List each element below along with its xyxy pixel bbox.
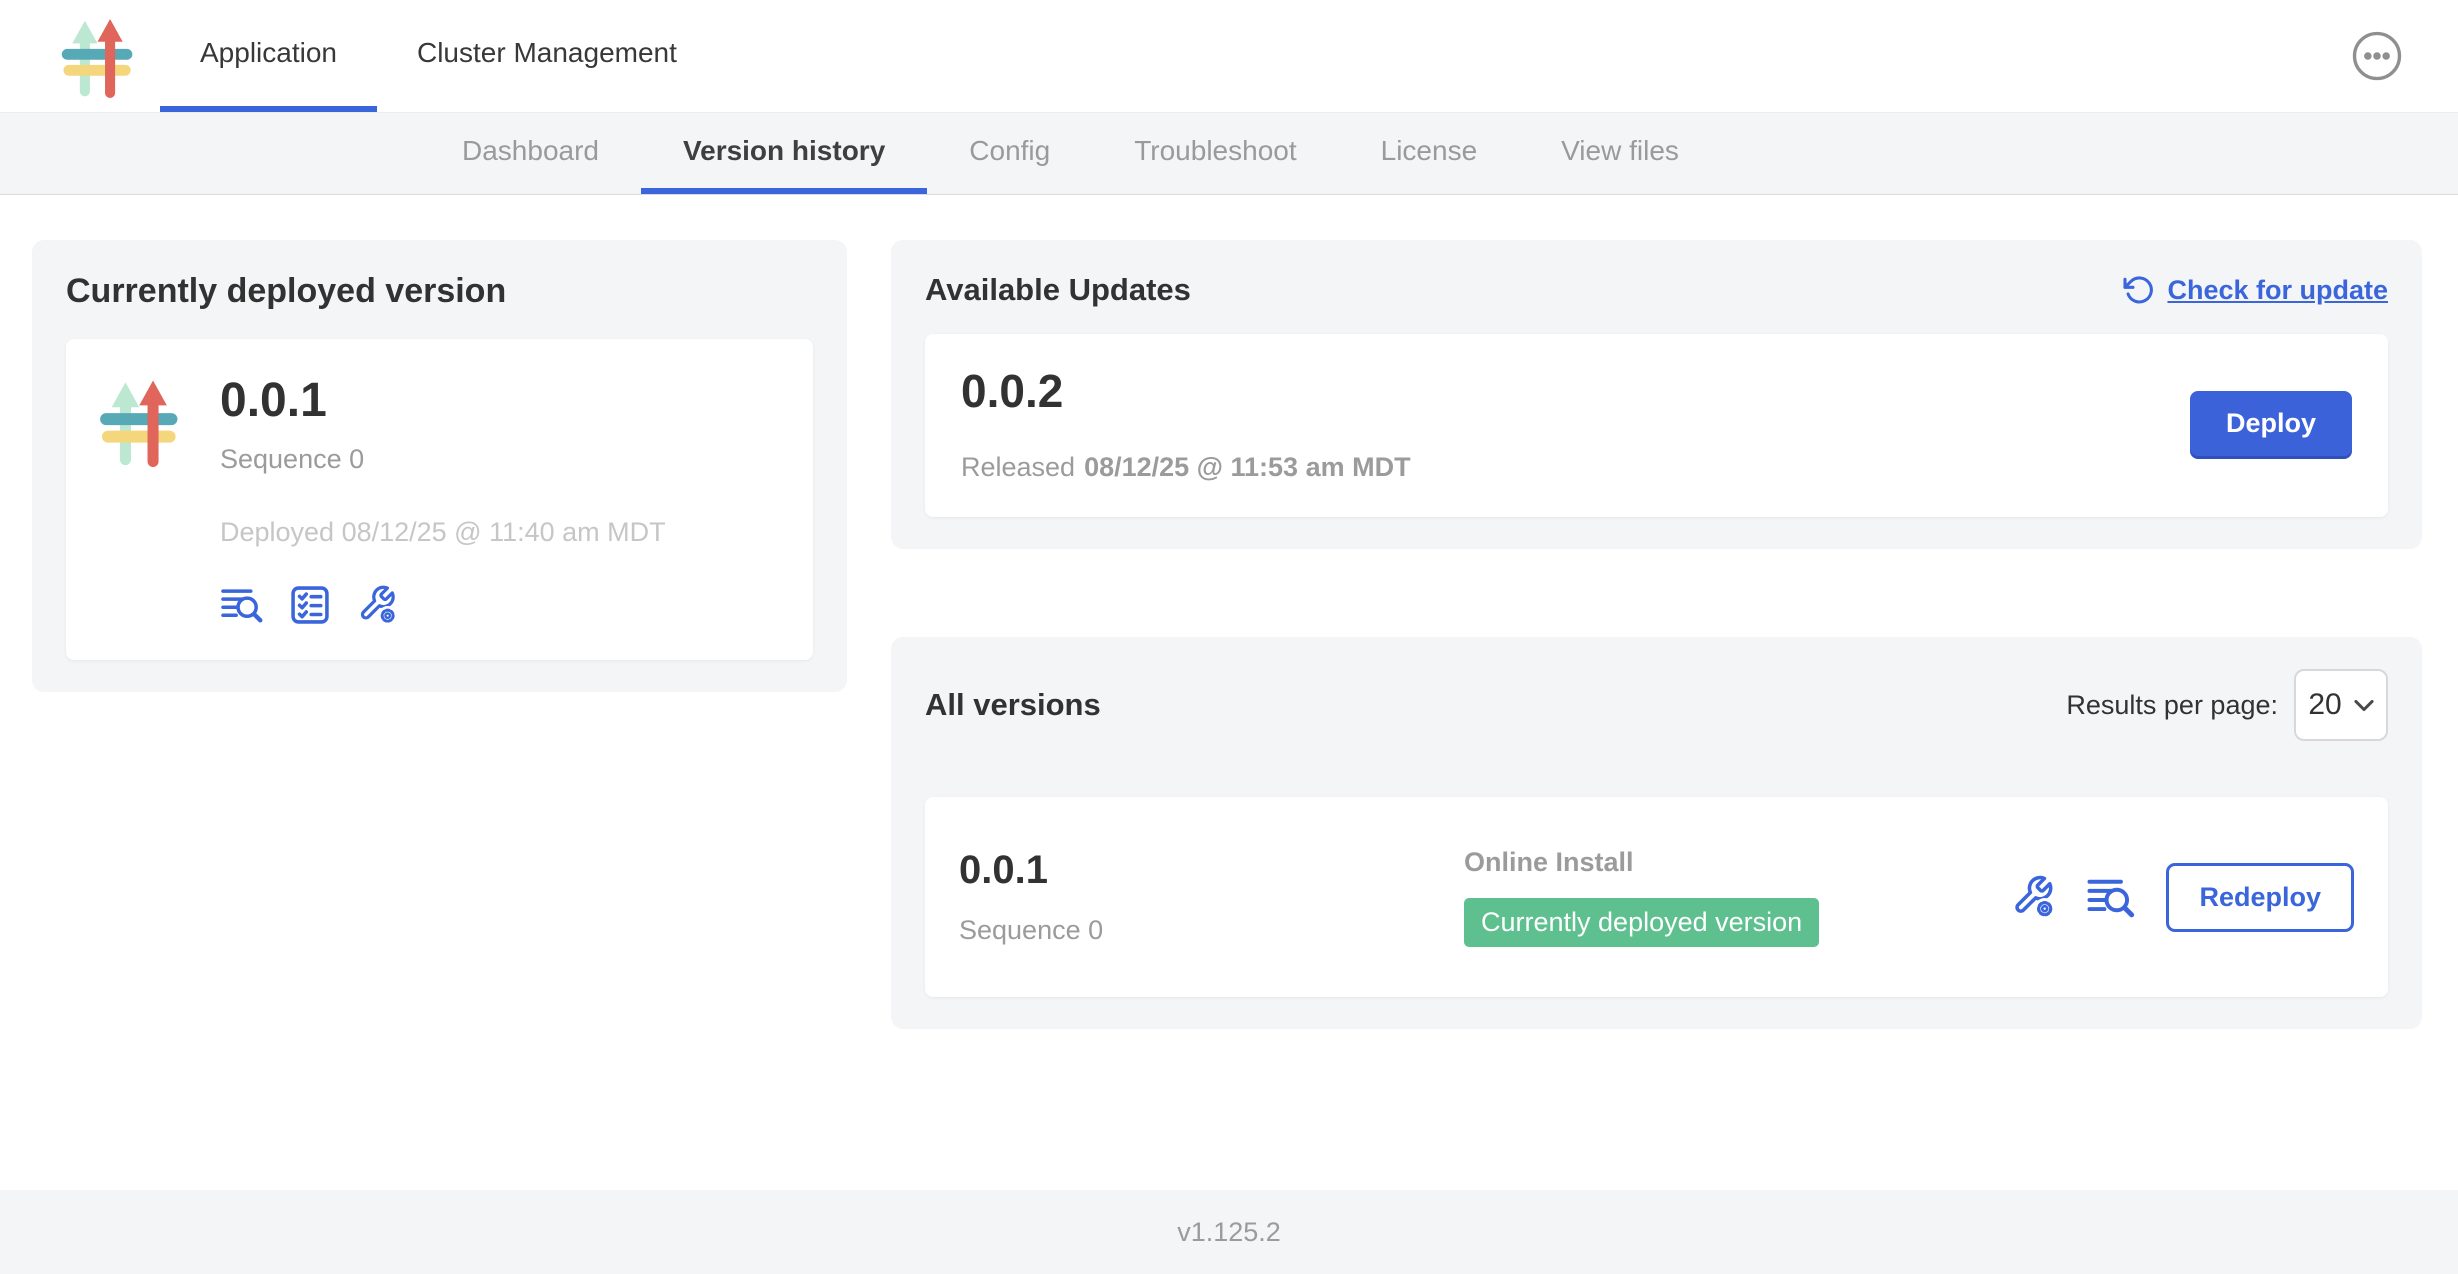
subnav-item-troubleshoot[interactable]: Troubleshoot [1092, 113, 1338, 194]
console-version-label: v1.125.2 [1177, 1217, 1281, 1248]
version-row-sequence: Sequence 0 [959, 915, 1464, 946]
available-update-info: 0.0.2 Released 08/12/25 @ 11:53 am MDT [961, 364, 1411, 483]
tab-application-label: Application [200, 37, 337, 69]
main-content: Currently deployed version 0.0.1 Sequenc… [0, 195, 2458, 1190]
view-logs-button[interactable] [2086, 876, 2136, 919]
right-column: Available Updates Check for update 0.0.2… [891, 240, 2422, 1029]
subnav-troubleshoot-label: Troubleshoot [1134, 135, 1296, 167]
released-timestamp: 08/12/25 @ 11:53 am MDT [1084, 452, 1411, 482]
available-updates-header: Available Updates Check for update [925, 272, 2388, 308]
overflow-menu-button[interactable] [2352, 31, 2402, 81]
version-row-actions: Redeploy [2010, 863, 2354, 932]
tab-cluster-management[interactable]: Cluster Management [377, 0, 717, 112]
checklist-icon [290, 585, 330, 625]
chevron-down-icon [2354, 699, 2374, 712]
version-row-info: 0.0.1 Sequence 0 [959, 848, 1464, 946]
results-per-page-label: Results per page: [2066, 690, 2278, 721]
version-row-number: 0.0.1 [959, 848, 1464, 893]
deployed-sequence: Sequence 0 [220, 444, 666, 475]
currently-deployed-card: Currently deployed version 0.0.1 Sequenc… [32, 240, 847, 692]
tab-cluster-management-label: Cluster Management [417, 37, 677, 69]
subnav-item-dashboard[interactable]: Dashboard [420, 113, 641, 194]
update-released-line: Released 08/12/25 @ 11:53 am MDT [961, 452, 1411, 483]
subnav-config-label: Config [969, 135, 1050, 167]
all-versions-title: All versions [925, 687, 1101, 723]
redeploy-button[interactable]: Redeploy [2166, 863, 2354, 932]
app-logo [58, 0, 142, 112]
refresh-ccw-icon [2123, 274, 2155, 306]
edit-config-button[interactable] [2010, 874, 2056, 920]
subnav-dashboard-label: Dashboard [462, 135, 599, 167]
ellipsis-icon [2352, 31, 2402, 81]
currently-deployed-title: Currently deployed version [66, 272, 813, 311]
subnav-item-version-history[interactable]: Version history [641, 113, 927, 194]
view-logs-button[interactable] [220, 586, 264, 624]
available-update-tile: 0.0.2 Released 08/12/25 @ 11:53 am MDT De… [925, 334, 2388, 517]
top-nav: Application Cluster Management [0, 0, 2458, 113]
log-lines-magnifier-icon [2086, 876, 2136, 919]
update-version-number: 0.0.2 [961, 364, 1411, 418]
log-lines-magnifier-icon [220, 586, 264, 624]
subnav-item-license[interactable]: License [1339, 113, 1520, 194]
subnav-version-history-label: Version history [683, 135, 885, 167]
subnav-item-view-files[interactable]: View files [1519, 113, 1721, 194]
results-per-page: Results per page: 20 [2066, 669, 2388, 741]
check-for-update-link[interactable]: Check for update [2123, 274, 2388, 306]
edit-config-button[interactable] [356, 584, 398, 626]
deploy-button[interactable]: Deploy [2190, 391, 2352, 456]
top-nav-spacer [717, 0, 2352, 112]
deployed-version-number: 0.0.1 [220, 373, 666, 428]
version-row: 0.0.1 Sequence 0 Online Install Currentl… [925, 797, 2388, 997]
tab-application[interactable]: Application [160, 0, 377, 112]
results-per-page-value: 20 [2308, 688, 2341, 722]
wrench-gear-icon [356, 584, 398, 626]
subnav-license-label: License [1381, 135, 1478, 167]
deployed-version-actions [220, 584, 666, 626]
primary-tabs: Application Cluster Management [160, 0, 717, 112]
install-type-label: Online Install [1464, 847, 2010, 878]
available-updates-title: Available Updates [925, 272, 1191, 308]
released-label: Released [961, 452, 1075, 482]
app-logo-icon [96, 373, 188, 469]
deployed-version-tile: 0.0.1 Sequence 0 Deployed 08/12/25 @ 11:… [66, 339, 813, 660]
app-logo-icon [58, 12, 142, 100]
deployed-version-column: Currently deployed version 0.0.1 Sequenc… [32, 240, 847, 692]
all-versions-header: All versions Results per page: 20 [925, 669, 2388, 741]
available-updates-card: Available Updates Check for update 0.0.2… [891, 240, 2422, 549]
deployed-version-info: 0.0.1 Sequence 0 Deployed 08/12/25 @ 11:… [220, 373, 666, 626]
results-per-page-select[interactable]: 20 [2294, 669, 2388, 741]
check-for-update-label: Check for update [2167, 275, 2388, 306]
app-footer: v1.125.2 [0, 1190, 2458, 1274]
subnav-item-config[interactable]: Config [927, 113, 1092, 194]
preflight-checks-button[interactable] [290, 585, 330, 625]
currently-deployed-badge: Currently deployed version [1464, 898, 1819, 947]
all-versions-card: All versions Results per page: 20 0.0.1 … [891, 637, 2422, 1029]
app-subnav: Dashboard Version history Config Trouble… [0, 113, 2458, 195]
version-row-type: Online Install Currently deployed versio… [1464, 847, 2010, 947]
deployed-timestamp: Deployed 08/12/25 @ 11:40 am MDT [220, 517, 666, 548]
wrench-gear-icon [2010, 874, 2056, 920]
subnav-view-files-label: View files [1561, 135, 1679, 167]
